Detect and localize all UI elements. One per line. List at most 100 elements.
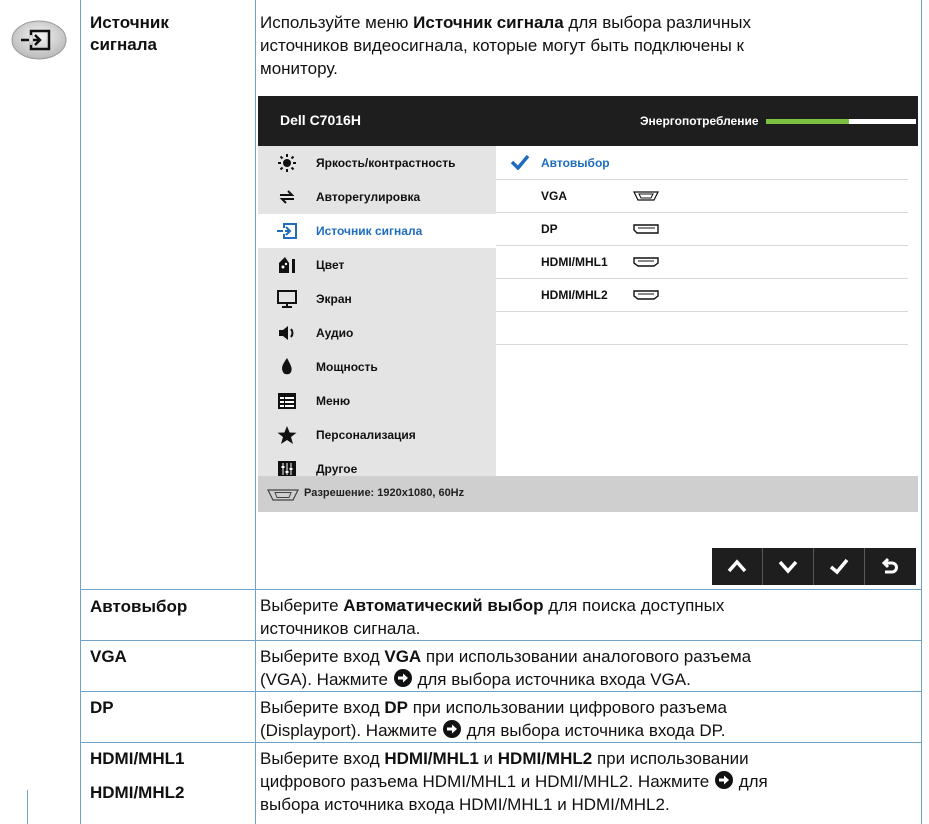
desc-line: цифрового разъема HDMI/MHL1 и HDMI/MHL2.… [260, 771, 768, 791]
energy-bar [766, 119, 916, 124]
desc-line: (VGA). Нажмите для выбора источника вход… [260, 669, 691, 689]
term-line: Источник [90, 13, 169, 32]
energy-bar-fill [766, 119, 849, 124]
term-hdmi: HDMI/MHL1 HDMI/MHL2 [90, 748, 184, 804]
monitor-model: Dell C7016H [280, 112, 361, 128]
auto-adjust-icon [279, 190, 295, 204]
option-label: HDMI/MHL1 [541, 255, 608, 269]
osd-submenu: Автовыбор VGA DP HDMI/MHL1 HDMI/MHL2 [496, 146, 918, 476]
desc-input-source: Используйте меню Источник сигнала для вы… [260, 11, 751, 80]
desc-vga: Выберите вход VGA при использовании анал… [260, 645, 751, 691]
menu-label: Мощность [316, 360, 378, 374]
desc-line: Выберите вход HDMI/MHL1 и HDMI/MHL2 при … [260, 749, 749, 768]
input-source-icon [277, 223, 297, 239]
osd-header: Dell C7016H Энергопотребление [258, 96, 918, 146]
table-border [80, 0, 81, 824]
menu-label: Другое [316, 462, 358, 476]
menu-label: Аудио [316, 326, 354, 340]
arrow-right-circle-icon [714, 771, 733, 789]
menu-item-audio[interactable]: Аудио [258, 316, 496, 350]
menu-item-input-source[interactable]: Источник сигнала [258, 214, 496, 248]
option-hdmi-mhl1[interactable]: HDMI/MHL1 [496, 245, 908, 279]
option-vga[interactable]: VGA [496, 179, 908, 213]
term-dp: DP [90, 698, 114, 717]
color-icon [279, 257, 295, 273]
menu-item-personalize[interactable]: Персонализация [258, 418, 496, 452]
dp-port-icon [633, 224, 659, 234]
term-line: сигнала [90, 35, 157, 54]
osd-main-menu: Яркость/контрастность Авторегулировка Ис… [258, 146, 496, 477]
brightness-icon [278, 154, 296, 172]
desc-line: Выберите Автоматический выбор для поиска… [260, 596, 725, 615]
vga-port-icon [267, 489, 299, 501]
desc-line: выбора источника входа HDMI/MHL1 и HDMI/… [260, 795, 670, 814]
osd-footer: Разрешение: 1920x1080, 60Hz [258, 476, 918, 512]
term-vga: VGA [90, 647, 127, 666]
down-arrow-icon [778, 560, 798, 574]
menu-label: Источник сигнала [316, 224, 423, 238]
table-border [255, 0, 256, 824]
check-icon [510, 154, 530, 170]
option-label: Автовыбор [541, 156, 610, 170]
desc-auto-select: Выберите Автоматический выбор для поиска… [260, 594, 724, 640]
audio-icon [279, 326, 294, 340]
hdmi-port-icon [633, 257, 659, 267]
option-dp[interactable]: DP [496, 212, 908, 246]
menu-icon [278, 393, 296, 409]
term-line: HDMI/MHL1 [90, 749, 185, 768]
menu-label: Меню [316, 394, 351, 408]
desc-line: Выберите вход VGA при использовании анал… [260, 647, 752, 666]
menu-item-display[interactable]: Экран [258, 282, 496, 316]
term-input-source: Источник сигнала [90, 12, 169, 56]
menu-item-auto-adjust[interactable]: Авторегулировка [258, 180, 496, 214]
option-label: VGA [541, 189, 568, 203]
table-border [80, 691, 922, 692]
table-border [80, 742, 922, 743]
desc-line: монитору. [260, 59, 338, 78]
option-empty [496, 311, 908, 345]
menu-label: Экран [316, 292, 352, 306]
menu-item-power[interactable]: Мощность [258, 350, 496, 384]
menu-label: Персонализация [316, 428, 416, 442]
arrow-right-circle-icon [442, 720, 461, 738]
input-source-icon [11, 20, 67, 60]
term-line: HDMI/MHL2 [90, 783, 185, 802]
desc-line: (Displayport). Нажмите для выбора источн… [260, 720, 726, 740]
osd-menu-screenshot: Dell C7016H Энергопотребление Яркость/ко… [258, 96, 918, 512]
menu-label: Авторегулировка [316, 190, 421, 204]
confirm-button[interactable] [814, 548, 865, 585]
up-arrow-icon [727, 559, 747, 573]
table-border [80, 640, 922, 641]
down-button[interactable] [763, 548, 814, 585]
option-auto-select[interactable]: Автовыбор [496, 146, 908, 180]
menu-item-menu[interactable]: Меню [258, 384, 496, 418]
osd-button-strip [712, 548, 916, 585]
desc-line: источников сигнала. [260, 619, 421, 638]
table-border [921, 0, 922, 824]
check-icon [829, 558, 849, 575]
option-label: HDMI/MHL2 [541, 288, 608, 302]
desc-hdmi: Выберите вход HDMI/MHL1 и HDMI/MHL2 при … [260, 747, 768, 816]
desc-dp: Выберите вход DP при использовании цифро… [260, 696, 727, 742]
power-icon [282, 358, 292, 375]
vga-port-icon [633, 191, 659, 201]
option-hdmi-mhl2[interactable]: HDMI/MHL2 [496, 278, 908, 312]
desc-line: Используйте меню Источник сигнала для вы… [260, 13, 751, 32]
icon-column [0, 0, 80, 824]
back-icon [881, 557, 898, 574]
option-label: DP [541, 222, 558, 236]
energy-label: Энергопотребление [640, 114, 759, 128]
back-button[interactable] [865, 548, 916, 585]
desc-line: источников видеосигнала, которые могут б… [260, 36, 744, 55]
menu-label: Яркость/контрастность [316, 156, 456, 170]
menu-item-brightness[interactable]: Яркость/контрастность [258, 146, 496, 180]
term-auto-select: Автовыбор [90, 597, 188, 616]
star-icon [277, 426, 297, 444]
menu-item-color[interactable]: Цвет [258, 248, 496, 282]
desc-line: Выберите вход DP при использовании цифро… [260, 698, 727, 717]
table-border [80, 589, 922, 590]
display-icon [277, 290, 297, 308]
arrow-right-circle-icon [393, 669, 412, 687]
up-button[interactable] [712, 548, 763, 585]
menu-label: Цвет [316, 258, 345, 272]
